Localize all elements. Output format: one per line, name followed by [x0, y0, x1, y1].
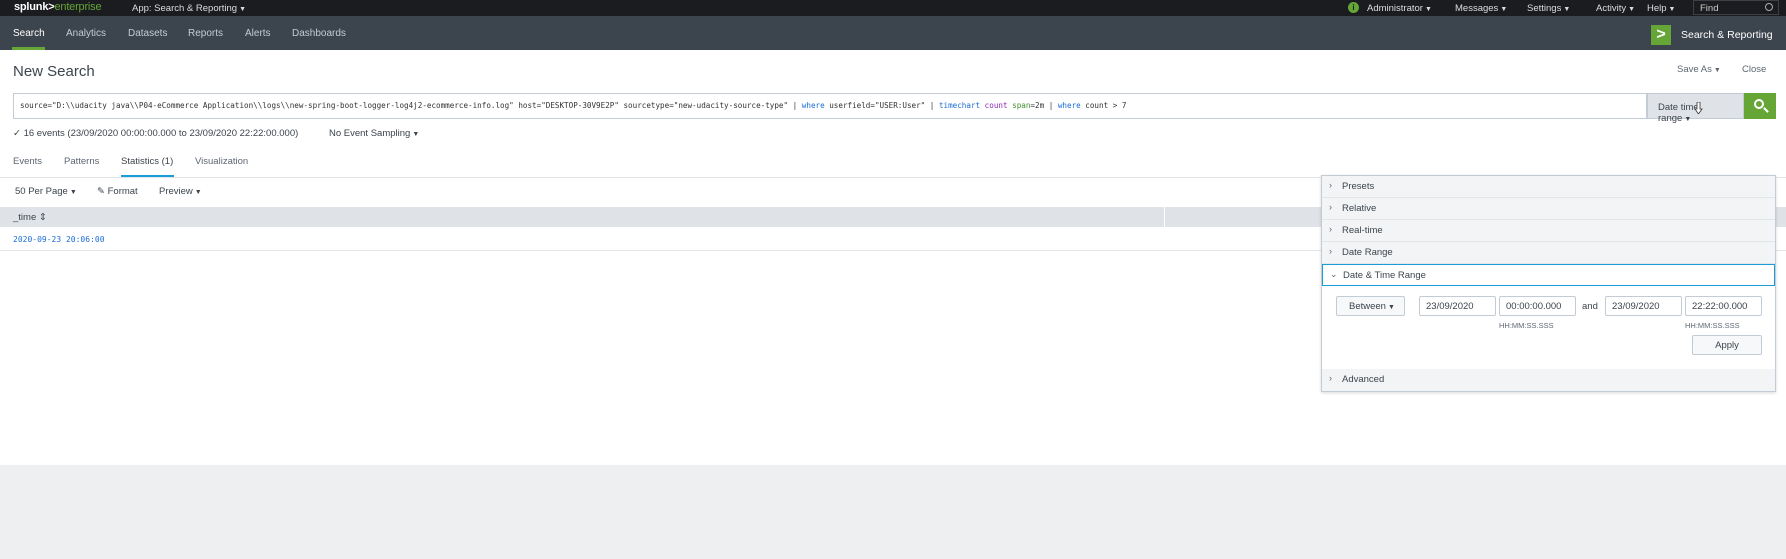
nav-search[interactable]: Search — [13, 28, 45, 39]
chevron-right-icon: › — [1329, 180, 1332, 190]
start-time-format-hint: HH:MM:SS.SSS — [1499, 321, 1554, 330]
search-query-input[interactable]: source="D:\\udacity java\\P04-eCommerce … — [13, 93, 1647, 119]
event-sampling-dropdown[interactable]: No Event Sampling ▼ — [329, 128, 419, 139]
caret-down-icon: ▼ — [1684, 116, 1692, 123]
administrator-menu[interactable]: Administrator ▼ — [1367, 3, 1432, 14]
mouse-pointer-icon — [1695, 102, 1703, 114]
page-title: New Search — [13, 63, 95, 80]
chevron-right-icon: › — [1329, 224, 1332, 234]
time-range-panel: › Presets › Relative › Real-time › Date Rang… — [1321, 175, 1776, 392]
between-dropdown[interactable]: Between ▼ — [1336, 296, 1405, 316]
app-title: Search & Reporting — [1681, 29, 1773, 41]
main-content: New Search Save As ▼ Close source="D:\\ud… — [0, 50, 1786, 465]
section-real-time[interactable]: › Real-time — [1322, 220, 1775, 242]
caret-down-icon: ▼ — [1628, 6, 1636, 13]
end-time-input[interactable]: 22:22:00.000 — [1685, 296, 1762, 316]
help-menu[interactable]: Help ▼ — [1647, 3, 1675, 14]
messages-menu[interactable]: Messages ▼ — [1455, 3, 1507, 14]
activity-menu[interactable]: Activity ▼ — [1596, 3, 1635, 14]
app-menu[interactable]: App: Search & Reporting ▼ — [132, 3, 246, 14]
caret-down-icon: ▼ — [69, 189, 77, 196]
app-nav-bar: Search Analytics Datasets Reports Alerts… — [0, 16, 1786, 50]
section-date-range[interactable]: › Date Range — [1322, 242, 1775, 264]
section-presets[interactable]: › Presets — [1322, 176, 1775, 198]
section-date-time-range[interactable]: ⌄ Date & Time Range — [1322, 264, 1775, 286]
save-as-button[interactable]: Save As ▼ — [1677, 64, 1721, 75]
nav-dashboards[interactable]: Dashboards — [292, 28, 346, 39]
nav-reports[interactable]: Reports — [188, 28, 223, 39]
find-input[interactable]: Find — [1693, 0, 1779, 15]
start-date-input[interactable]: 23/09/2020 — [1419, 296, 1496, 316]
end-date-input[interactable]: 23/09/2020 — [1605, 296, 1682, 316]
splunk-logo[interactable]: splunk>enterprise — [14, 1, 102, 13]
close-button[interactable]: Close — [1742, 64, 1766, 75]
search-query-text: source="D:\\udacity java\\P04-eCommerce … — [20, 101, 1127, 110]
tab-events[interactable]: Events — [13, 156, 42, 167]
info-icon[interactable]: i — [1348, 2, 1359, 13]
chevron-right-icon: › — [1329, 202, 1332, 212]
apply-button[interactable]: Apply — [1692, 335, 1762, 355]
preview-dropdown[interactable]: Preview ▼ — [159, 186, 202, 197]
pencil-icon: ✎ — [97, 186, 105, 197]
top-bar: splunk>enterprise App: Search & Reportin… — [0, 0, 1786, 16]
format-button[interactable]: ✎ Format — [97, 186, 138, 197]
column-divider — [1164, 207, 1165, 227]
search-icon — [1765, 3, 1773, 11]
and-label: and — [1582, 301, 1598, 312]
start-time-input[interactable]: 00:00:00.000 — [1499, 296, 1576, 316]
settings-menu[interactable]: Settings ▼ — [1527, 3, 1570, 14]
nav-datasets[interactable]: Datasets — [128, 28, 167, 39]
nav-alerts[interactable]: Alerts — [245, 28, 271, 39]
caret-down-icon: ▼ — [1713, 67, 1721, 74]
caret-down-icon: ▼ — [412, 131, 420, 138]
tab-statistics[interactable]: Statistics (1) — [121, 156, 173, 167]
tab-patterns[interactable]: Patterns — [64, 156, 99, 167]
caret-down-icon: ▼ — [239, 6, 247, 13]
per-page-dropdown[interactable]: 50 Per Page ▼ — [15, 186, 77, 197]
nav-analytics[interactable]: Analytics — [66, 28, 106, 39]
caret-down-icon: ▼ — [1424, 6, 1432, 13]
end-time-format-hint: HH:MM:SS.SSS — [1685, 321, 1740, 330]
sort-icon: ⇕ — [38, 212, 47, 223]
column-header-time[interactable]: _time ⇕ — [13, 212, 47, 223]
section-relative[interactable]: › Relative — [1322, 198, 1775, 220]
caret-down-icon: ▼ — [194, 189, 202, 196]
chevron-right-icon: › — [1329, 373, 1332, 383]
events-status: ✓ 16 events (23/09/2020 00:00:00.000 to … — [13, 128, 299, 139]
caret-down-icon: ▼ — [1500, 6, 1508, 13]
chevron-right-icon: › — [1329, 246, 1332, 256]
caret-down-icon: ▼ — [1668, 6, 1676, 13]
app-logo-icon: > — [1651, 25, 1671, 45]
caret-down-icon: ▼ — [1387, 304, 1395, 311]
tab-visualization[interactable]: Visualization — [195, 156, 248, 167]
section-advanced[interactable]: › Advanced — [1322, 369, 1775, 391]
chevron-down-icon: ⌄ — [1330, 269, 1338, 279]
caret-down-icon: ▼ — [1563, 6, 1571, 13]
search-button[interactable] — [1744, 93, 1776, 119]
table-cell-time[interactable]: 2020-09-23 20:06:00 — [13, 235, 105, 244]
